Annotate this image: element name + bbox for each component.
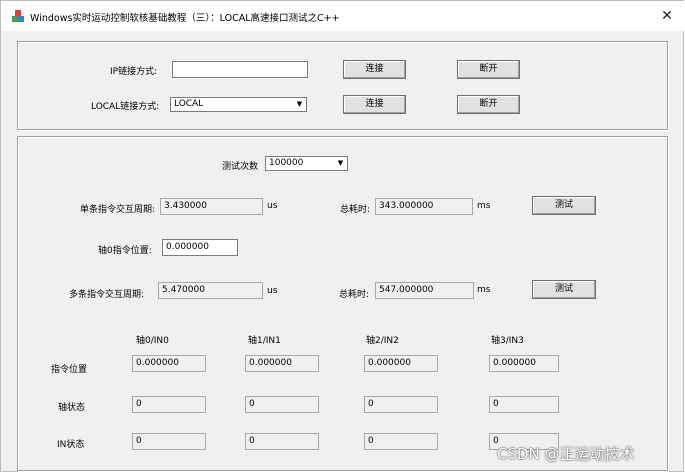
single-cycle-unit: us	[267, 201, 278, 211]
ip-address-input[interactable]	[172, 61, 308, 78]
axis2-status: 0	[364, 396, 438, 413]
main-window: Windows实时运动控制软核基础教程（三）：LOCAL高速接口测试之C++ ✕…	[0, 0, 684, 472]
axis0-command-position: 0.000000	[132, 355, 206, 372]
single-cycle-field: 3.430000	[160, 198, 263, 215]
axis3-status: 0	[489, 396, 559, 413]
multi-total-field: 547.000000	[375, 282, 474, 299]
in2-status: 0	[364, 433, 438, 450]
test-group	[17, 136, 668, 471]
local-connect-value: LOCAL	[174, 99, 204, 109]
axis0-status: 0	[132, 396, 206, 413]
single-total-unit: ms	[477, 201, 491, 211]
axis2-column-header: 轴2/IN2	[366, 336, 399, 346]
axis1-command-position: 0.000000	[245, 355, 319, 372]
test-count-value: 100000	[269, 158, 304, 168]
local-connect-select[interactable]: LOCAL ▼	[170, 97, 307, 112]
multi-cycle-unit: us	[267, 286, 278, 296]
ip-disconnect-button[interactable]: 断开	[457, 60, 520, 79]
test-count-select[interactable]: 100000 ▼	[265, 156, 348, 171]
chevron-down-icon[interactable]: ▼	[293, 98, 306, 111]
axis2-command-position: 0.000000	[364, 355, 438, 372]
close-icon[interactable]: ✕	[656, 5, 678, 27]
multi-test-button[interactable]: 测试	[532, 280, 596, 299]
multi-total-unit: ms	[477, 285, 491, 295]
local-connect-label: LOCAL链接方式:	[91, 102, 160, 112]
axis1-status: 0	[245, 396, 319, 413]
multi-cycle-field: 5.470000	[158, 282, 263, 299]
title-bar: Windows实时运动控制软核基础教程（三）：LOCAL高速接口测试之C++ ✕	[1, 1, 684, 31]
axis0-position-label: 轴0指令位置:	[98, 246, 152, 256]
axis3-column-header: 轴3/IN3	[491, 336, 524, 346]
connection-group	[17, 41, 668, 130]
app-icon	[12, 10, 24, 22]
axis3-command-position: 0.000000	[489, 355, 559, 372]
local-disconnect-button[interactable]: 断开	[457, 95, 520, 114]
in1-status: 0	[245, 433, 319, 450]
axis-status-row-label: 轴状态	[58, 403, 86, 413]
multi-total-label: 总耗时:	[339, 290, 370, 300]
single-test-button[interactable]: 测试	[532, 196, 596, 215]
single-total-field: 343.000000	[375, 198, 473, 215]
axis0-column-header: 轴0/IN0	[136, 336, 169, 346]
axis0-position-input[interactable]: 0.000000	[162, 239, 238, 256]
single-total-label: 总耗时:	[340, 205, 371, 215]
ip-connect-label: IP链接方式:	[110, 67, 158, 77]
local-connect-button[interactable]: 连接	[343, 95, 406, 114]
window-title: Windows实时运动控制软核基础教程（三）：LOCAL高速接口测试之C++	[30, 13, 340, 24]
watermark: CSDN @正运动技术	[497, 445, 635, 463]
command-position-row-label: 指令位置	[51, 365, 88, 375]
ip-connect-button[interactable]: 连接	[343, 60, 406, 79]
in0-status: 0	[132, 433, 206, 450]
chevron-down-icon[interactable]: ▼	[334, 157, 347, 170]
input-status-row-label: IN状态	[57, 440, 85, 450]
multi-cycle-label: 多条指令交互周期:	[69, 290, 145, 300]
single-cycle-label: 单条指令交互周期:	[80, 205, 156, 215]
test-count-label: 测试次数	[222, 162, 259, 172]
axis1-column-header: 轴1/IN1	[248, 336, 281, 346]
